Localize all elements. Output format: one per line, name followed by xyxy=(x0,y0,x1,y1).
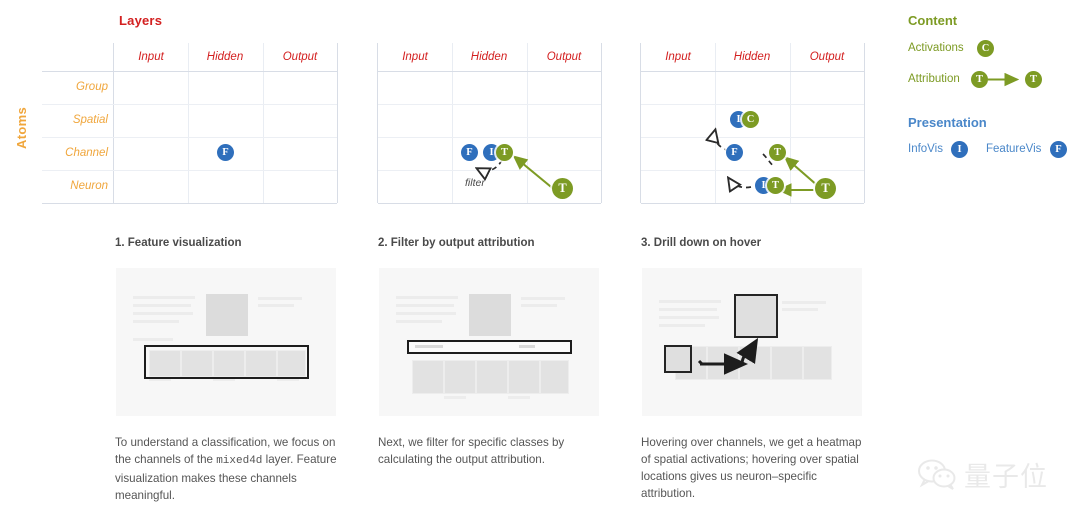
skeleton-thumbnail xyxy=(206,294,248,336)
panel-title-2: 2. Filter by output attribution xyxy=(378,237,535,249)
skeleton-line xyxy=(258,297,302,300)
watermark: 量子位 xyxy=(918,455,1048,494)
filter-label: filter xyxy=(465,177,485,189)
grid-hline xyxy=(42,104,337,105)
column-header-output: Output xyxy=(282,51,318,63)
grid-hline xyxy=(42,71,337,72)
legend-badge-infovis[interactable]: I xyxy=(951,141,968,158)
skeleton-line xyxy=(396,296,458,299)
badge-attribution-output[interactable]: T xyxy=(815,178,836,199)
skeleton-line xyxy=(133,312,193,315)
grid-vline xyxy=(113,43,114,203)
skeleton-line xyxy=(444,396,466,399)
panel-caption-3: Hovering over channels, we get a heatmap… xyxy=(641,434,869,502)
matrix-diagram-1: Input Hidden Output Group Spatial Channe… xyxy=(42,43,369,204)
skeleton-line xyxy=(133,296,195,299)
legend-badge-featurevis[interactable]: F xyxy=(1050,141,1067,158)
skeleton-line xyxy=(133,338,173,341)
skeleton-line xyxy=(396,304,454,307)
grid-hline xyxy=(42,137,337,138)
skeleton-thumbnail xyxy=(469,294,511,336)
page-root: Layers Atoms Input Hidden Output Group S… xyxy=(0,0,1080,521)
legend-heading-content: Content xyxy=(908,13,958,28)
channel-thumb[interactable] xyxy=(412,360,444,394)
panel-title-1: 1. Feature visualization xyxy=(115,237,242,249)
badge-featurevis[interactable]: F xyxy=(461,144,478,161)
row-header-group: Group xyxy=(76,81,108,93)
matrix-diagram-3: Input Hidden Output I C F T I T T xyxy=(640,43,896,204)
skeleton-line xyxy=(133,304,191,307)
grid-hline xyxy=(42,203,337,204)
skeleton-line xyxy=(258,304,294,307)
skeleton-line xyxy=(508,396,530,399)
channel-thumb[interactable] xyxy=(540,360,569,394)
grid-vline xyxy=(188,43,189,203)
channel-thumb[interactable] xyxy=(476,360,508,394)
legend-heading-presentation: Presentation xyxy=(908,115,987,130)
legend-label-attribution: Attribution xyxy=(908,73,960,85)
badge-attribution-channel[interactable]: T xyxy=(769,144,786,161)
filter-bar-value xyxy=(519,345,535,348)
matrix-diagram-2: Input Hidden Output F I T T filter xyxy=(377,43,633,204)
column-header-input: Input xyxy=(138,51,164,63)
badge-featurevis[interactable]: F xyxy=(217,144,234,161)
legend-label-activations: Activations xyxy=(908,42,964,54)
channel-thumb[interactable] xyxy=(444,360,476,394)
grid-vline xyxy=(263,43,264,203)
badge-attribution[interactable]: T xyxy=(496,144,513,161)
channel-thumb[interactable] xyxy=(508,360,540,394)
legend-badge-attribution-from[interactable]: T xyxy=(971,71,988,88)
panel-caption-2: Next, we filter for specific classes by … xyxy=(378,434,606,468)
skeleton-line xyxy=(396,320,442,323)
matrix-columns-axis-title: Layers xyxy=(119,13,163,28)
row-header-spatial: Spatial xyxy=(72,114,108,126)
row-header-channel: Channel xyxy=(65,147,108,159)
skeleton-line xyxy=(521,297,565,300)
matrix-rows-axis-title: Atoms xyxy=(14,107,29,149)
badge-attribution-neuron[interactable]: T xyxy=(767,177,784,194)
skeleton-line xyxy=(521,304,557,307)
skeleton-line xyxy=(133,320,179,323)
grid-hline xyxy=(42,170,337,171)
filter-bar-label xyxy=(415,345,443,348)
row-header-neuron: Neuron xyxy=(70,180,108,192)
badge-attribution-output[interactable]: T xyxy=(552,178,573,199)
legend-label-featurevis: FeatureVis xyxy=(986,143,1042,155)
matrix-2-arrows xyxy=(378,155,557,192)
panel-screenshot-2[interactable] xyxy=(379,268,599,416)
drill-down-arrows xyxy=(697,337,759,375)
panel-screenshot-3[interactable] xyxy=(642,268,862,416)
grid-vline xyxy=(337,43,338,203)
badge-featurevis[interactable]: F xyxy=(726,144,743,161)
highlight-channel-strip xyxy=(144,345,309,379)
legend-attribution-arrow xyxy=(988,72,1020,87)
wechat-icon xyxy=(918,459,956,490)
badge-activations[interactable]: C xyxy=(742,111,759,128)
caption-code-mixed4d: mixed4d xyxy=(216,455,263,467)
panel-screenshot-1[interactable] xyxy=(116,268,336,416)
panel-title-3: 3. Drill down on hover xyxy=(641,237,762,249)
panel-caption-1: To understand a classification, we focus… xyxy=(115,434,343,504)
caption-text: Next, we filter for specific classes by … xyxy=(378,436,565,466)
legend-label-infovis: InfoVis xyxy=(908,143,943,155)
caption-text: Hovering over channels, we get a heatmap… xyxy=(641,436,862,500)
legend-badge-activations[interactable]: C xyxy=(977,40,994,57)
watermark-text: 量子位 xyxy=(964,462,1048,493)
legend-badge-attribution-to[interactable]: T xyxy=(1025,71,1042,88)
column-header-hidden: Hidden xyxy=(206,51,244,63)
skeleton-line xyxy=(396,312,456,315)
